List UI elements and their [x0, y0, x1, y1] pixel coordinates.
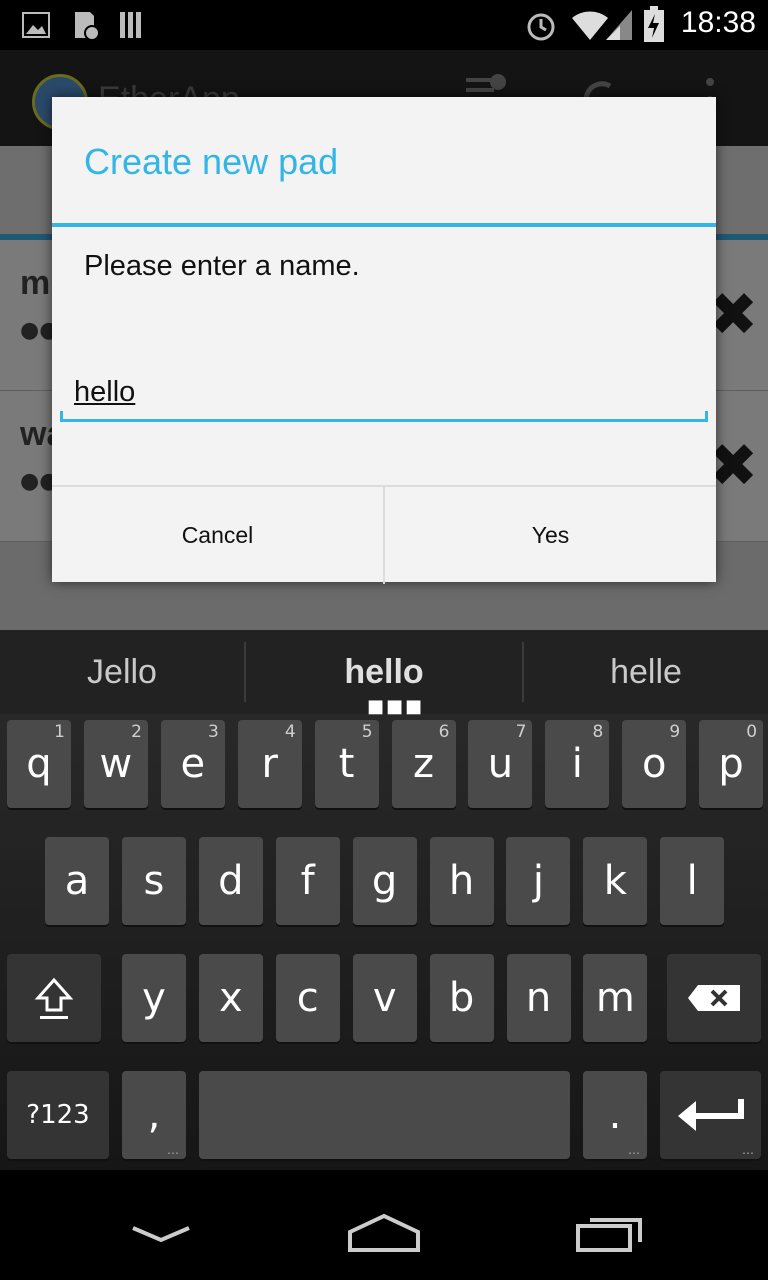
- battery-charging-icon: [644, 6, 664, 42]
- key-hint: 4: [284, 722, 296, 742]
- key-hint: 0: [746, 722, 758, 742]
- backspace-key[interactable]: [667, 954, 761, 1042]
- backspace-icon: [688, 985, 740, 1011]
- comma-label: ,: [147, 1092, 161, 1138]
- key-n[interactable]: n: [506, 954, 571, 1042]
- signal-icon: [606, 10, 632, 40]
- shift-key[interactable]: [7, 954, 101, 1042]
- key-t[interactable]: t5: [314, 720, 379, 808]
- home-icon[interactable]: [346, 1212, 422, 1254]
- library-icon: [120, 12, 141, 38]
- key-w[interactable]: w2: [83, 720, 148, 808]
- dialog-message: Please enter a name.: [84, 250, 360, 282]
- key-g[interactable]: g: [352, 837, 417, 925]
- key-row-4: ?123 ,… .… …: [0, 1071, 768, 1161]
- suggestion-strip: Jello hello helle ■■■: [0, 630, 768, 717]
- alarm-icon: [527, 13, 555, 41]
- key-hint: 6: [438, 722, 450, 742]
- key-label: w: [99, 741, 133, 787]
- key-o[interactable]: o9: [622, 720, 687, 808]
- key-z[interactable]: z6: [391, 720, 456, 808]
- input-underline-tick: [60, 411, 63, 422]
- key-hint: 7: [515, 722, 527, 742]
- more-keys-indicator: …: [167, 1143, 180, 1157]
- key-row-1: q1w2e3r4t5z6u7i8o9p0: [0, 720, 768, 810]
- key-l[interactable]: l: [660, 837, 725, 925]
- period-label: .: [608, 1092, 622, 1138]
- key-r[interactable]: r4: [237, 720, 302, 808]
- key-label: o: [641, 741, 667, 787]
- back-down-icon[interactable]: [130, 1222, 192, 1246]
- clock: 18:38: [680, 6, 756, 39]
- key-y[interactable]: y: [122, 954, 186, 1042]
- key-hint: 5: [361, 722, 373, 742]
- key-row-2: asdfghjkl: [0, 837, 768, 927]
- key-label: z: [413, 741, 434, 787]
- soft-keyboard: Jello hello helle ■■■ q1w2e3r4t5z6u7i8o9…: [0, 630, 768, 1170]
- key-row-3: yxcvbnm: [0, 954, 768, 1044]
- key-i[interactable]: i8: [545, 720, 610, 808]
- period-key[interactable]: .…: [583, 1071, 647, 1159]
- key-label: q: [26, 741, 52, 787]
- key-d[interactable]: d: [198, 837, 263, 925]
- sd-card-settings-icon: [75, 12, 100, 41]
- more-keys-indicator: …: [742, 1143, 755, 1157]
- key-x[interactable]: x: [198, 954, 263, 1042]
- cancel-button[interactable]: Cancel: [52, 487, 383, 584]
- key-q[interactable]: q1: [7, 720, 71, 808]
- key-a[interactable]: a: [45, 837, 109, 925]
- dialog-title-divider: [52, 223, 716, 227]
- more-suggestions-icon[interactable]: ■■■: [367, 696, 424, 717]
- key-label: e: [180, 741, 206, 787]
- suggestion-right[interactable]: helle: [524, 630, 768, 714]
- space-key[interactable]: [199, 1071, 570, 1159]
- dialog-button-bar: Cancel Yes: [52, 485, 716, 584]
- key-j[interactable]: j: [506, 837, 571, 925]
- pad-name-input[interactable]: [60, 365, 708, 419]
- key-hint: 3: [207, 722, 219, 742]
- yes-button[interactable]: Yes: [385, 487, 716, 584]
- enter-key[interactable]: …: [660, 1071, 761, 1159]
- key-f[interactable]: f: [275, 837, 340, 925]
- shift-icon: [34, 977, 74, 1019]
- suggestion-left[interactable]: Jello: [0, 630, 244, 714]
- recent-apps-icon[interactable]: [574, 1212, 646, 1254]
- key-u[interactable]: u7: [468, 720, 533, 808]
- more-keys-indicator: …: [628, 1143, 641, 1157]
- pad-name: m: [20, 264, 51, 302]
- dialog-title: Create new pad: [84, 141, 339, 182]
- key-label: i: [571, 741, 583, 787]
- symbols-key[interactable]: ?123: [7, 1071, 109, 1159]
- key-e[interactable]: e3: [160, 720, 225, 808]
- key-hint: 2: [131, 722, 142, 742]
- key-hint: 9: [669, 722, 681, 742]
- key-label: t: [338, 741, 355, 787]
- image-notification-icon: [22, 12, 50, 38]
- input-underline: [60, 419, 708, 422]
- key-k[interactable]: k: [583, 837, 648, 925]
- comma-key[interactable]: ,…: [122, 1071, 186, 1159]
- key-label: u: [487, 741, 514, 787]
- key-label: p: [718, 741, 744, 787]
- enter-icon: [677, 1099, 744, 1131]
- key-p[interactable]: p0: [699, 720, 764, 808]
- create-pad-dialog: Create new pad Please enter a name. Canc…: [52, 97, 716, 584]
- key-s[interactable]: s: [121, 837, 186, 925]
- key-v[interactable]: v: [352, 954, 417, 1042]
- key-hint: 1: [54, 722, 65, 742]
- key-hint: 8: [592, 722, 604, 742]
- status-bar: 18:38: [0, 0, 768, 50]
- key-b[interactable]: b: [429, 954, 494, 1042]
- navigation-bar: [0, 1170, 768, 1280]
- key-label: r: [261, 741, 278, 787]
- key-c[interactable]: c: [275, 954, 340, 1042]
- key-h[interactable]: h: [429, 837, 494, 925]
- input-underline-tick: [705, 411, 708, 422]
- key-m[interactable]: m: [583, 954, 648, 1042]
